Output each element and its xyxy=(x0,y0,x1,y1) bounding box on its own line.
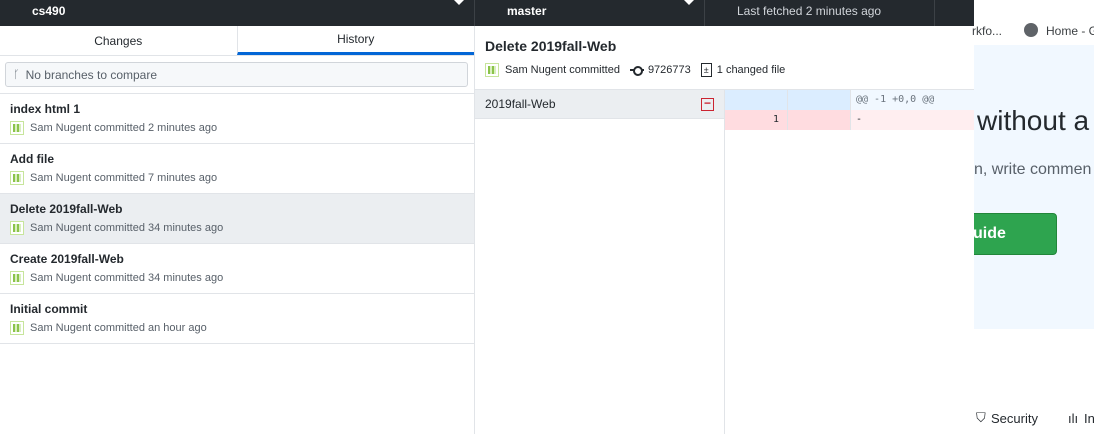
commit-title: Add file xyxy=(10,152,54,166)
file-diff-icon: ± xyxy=(700,63,712,77)
branch-selector[interactable]: ᚴ master xyxy=(475,0,705,26)
avatar xyxy=(10,121,24,135)
diff-view: @@ -1 +0,0 @@ 1 - xyxy=(725,90,974,434)
background-browser-window: rkfo... Home - G without a n, write comm… xyxy=(972,0,1094,434)
app-toolbar: ▭ cs490 ᚴ master ↻ Last fetched 2 minute… xyxy=(0,0,974,26)
page-hero: without a n, write commen uide xyxy=(974,45,1094,329)
tab-changes[interactable]: Changes xyxy=(0,26,237,55)
commit-title: Create 2019fall-Web xyxy=(10,252,124,266)
repository-name: cs490 xyxy=(32,4,66,18)
tab-history[interactable]: History xyxy=(236,26,474,55)
changed-files-text: 1 changed file xyxy=(716,64,786,76)
compare-branch-placeholder: No branches to compare xyxy=(25,67,158,82)
changed-files-count: ± 1 changed file xyxy=(700,63,786,77)
old-line-number xyxy=(725,90,788,110)
file-deleted-icon: − xyxy=(701,97,714,111)
compare-branch-input[interactable]: ᚴ No branches to compare xyxy=(5,62,468,87)
branch-name: master xyxy=(507,4,547,18)
changed-files-list: 2019fall-Web − xyxy=(475,90,725,434)
bookmark-home[interactable]: Home - G xyxy=(1046,24,1094,38)
commit-detail-title: Delete 2019fall-Web xyxy=(485,38,617,54)
hero-title: without a xyxy=(977,105,1090,136)
commit-meta: Sam Nugent committed 2 minutes ago xyxy=(30,122,218,134)
diff-deleted-line[interactable]: 1 - xyxy=(725,110,974,130)
git-commit-icon xyxy=(629,66,644,76)
commit-list-item[interactable]: Add file Sam Nugent committed 7 minutes … xyxy=(0,144,474,194)
commit-list-item[interactable]: index html 1 Sam Nugent committed 2 minu… xyxy=(0,94,474,144)
commit-title: index html 1 xyxy=(10,102,81,116)
chevron-down-icon xyxy=(454,0,464,5)
branch-icon: ᚴ xyxy=(13,68,20,81)
hunk-text: @@ -1 +0,0 @@ xyxy=(856,94,935,105)
commit-sha[interactable]: 9726773 xyxy=(629,64,691,76)
commit-title: Initial commit xyxy=(10,302,88,316)
diff-hunk-header: @@ -1 +0,0 @@ xyxy=(725,90,974,110)
avatar xyxy=(10,271,24,285)
new-line-number xyxy=(788,110,851,130)
commit-list-item-selected[interactable]: Delete 2019fall-Web Sam Nugent committed… xyxy=(0,194,474,244)
avatar xyxy=(10,221,24,235)
fetch-origin-button[interactable]: ↻ Last fetched 2 minutes ago xyxy=(705,0,935,26)
commit-list: index html 1 Sam Nugent committed 2 minu… xyxy=(0,93,474,344)
file-name: 2019fall-Web xyxy=(485,97,556,111)
guide-button-label: uide xyxy=(974,225,1006,242)
avatar xyxy=(485,63,499,77)
avatar xyxy=(10,321,24,335)
sidebar: Changes History ᚴ No branches to compare… xyxy=(0,26,475,434)
shield-icon: ⛉ xyxy=(976,410,986,425)
deleted-line-text: - xyxy=(856,114,863,125)
repository-selector[interactable]: ▭ cs490 xyxy=(0,0,475,26)
commit-list-item[interactable]: Create 2019fall-Web Sam Nugent committed… xyxy=(0,244,474,294)
tab-bar: Changes History xyxy=(0,26,474,56)
commit-detail: Delete 2019fall-Web Sam Nugent committed… xyxy=(475,26,974,434)
commit-meta: Sam Nugent committed 34 minutes ago xyxy=(30,272,224,284)
commit-meta: Sam Nugent committed an hour ago xyxy=(30,322,207,334)
hero-subtitle: n, write commen xyxy=(974,161,1092,178)
bookmark-workflow[interactable]: rkfo... xyxy=(972,24,1002,38)
new-line-number xyxy=(788,90,851,110)
commit-meta: Sam Nugent committed 34 minutes ago xyxy=(30,222,224,234)
old-line-number: 1 xyxy=(725,110,788,130)
commit-meta: Sam Nugent committed 7 minutes ago xyxy=(30,172,218,184)
repo-nav: ⛉ Security ılı In xyxy=(974,400,1094,434)
chevron-down-icon xyxy=(684,0,694,5)
commit-list-item[interactable]: Initial commit Sam Nugent committed an h… xyxy=(0,294,474,344)
commit-summary: Delete 2019fall-Web Sam Nugent committed… xyxy=(475,26,974,90)
insights-tab[interactable]: In xyxy=(1084,411,1094,426)
read-guide-button[interactable]: uide xyxy=(974,213,1057,255)
changed-file-item[interactable]: 2019fall-Web − xyxy=(475,90,724,119)
commit-title: Delete 2019fall-Web xyxy=(10,202,123,216)
commit-sha-text: 9726773 xyxy=(647,64,691,76)
fetch-status: Last fetched 2 minutes ago xyxy=(737,4,882,18)
commit-author: Sam Nugent committed xyxy=(505,64,620,76)
security-tab[interactable]: Security xyxy=(991,411,1038,426)
avatar xyxy=(10,171,24,185)
graph-icon: ılı xyxy=(1068,411,1079,426)
globe-icon xyxy=(1024,23,1038,37)
